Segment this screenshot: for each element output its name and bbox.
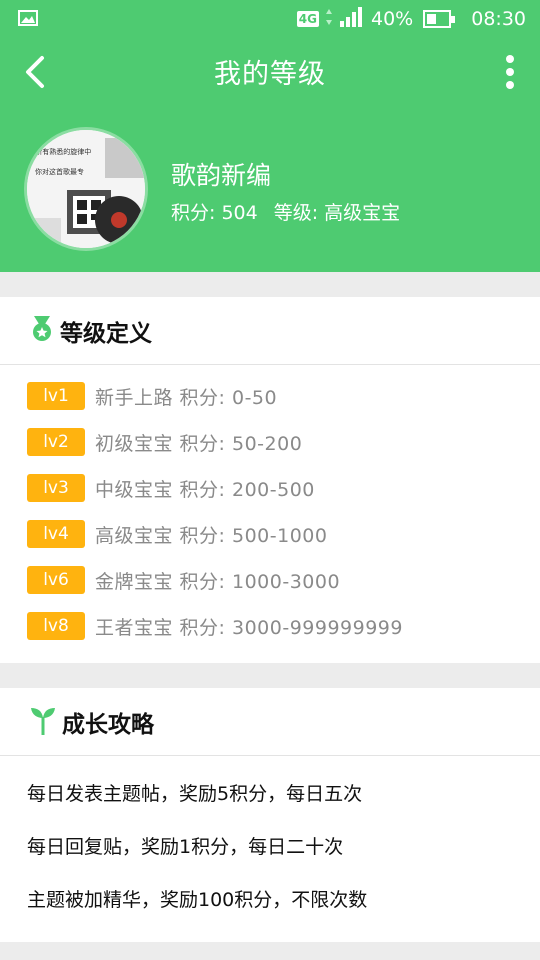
status-bar: 4G 40% 08:30 xyxy=(0,0,540,38)
level-text: 王者宝宝 积分: 3000-999999999 xyxy=(95,616,403,639)
network-badge: 4G xyxy=(296,11,319,27)
more-options-button[interactable] xyxy=(502,50,518,92)
signal-icon xyxy=(339,6,365,32)
growth-tips-card: 成长攻略 每日发表主题帖，奖励5积分，每日五次 每日回复贴，奖励1积分，每日二十… xyxy=(0,688,540,942)
gallery-icon xyxy=(18,10,38,30)
growth-tips-header: 成长攻略 xyxy=(0,688,540,756)
sprout-icon xyxy=(30,705,56,739)
level-badge: lv1 xyxy=(27,382,85,410)
level-row: lv1 新手上路 积分: 0-50 xyxy=(0,373,540,419)
svg-text:e所有熟悉的旋律中: e所有熟悉的旋律中 xyxy=(31,147,91,156)
level-text: 初级宝宝 积分: 50-200 xyxy=(95,432,303,455)
level-badge: lv6 xyxy=(27,566,85,594)
level-badge: lv3 xyxy=(27,474,85,502)
growth-tips-title: 成长攻略 xyxy=(62,711,154,738)
user-points: 积分: 504 xyxy=(171,202,258,224)
user-name: 歌韵新编 xyxy=(171,161,272,190)
more-vert-icon xyxy=(506,55,514,63)
user-level: 等级: 高级宝宝 xyxy=(273,202,401,224)
level-definitions-header: 等级定义 xyxy=(0,297,540,365)
level-text: 高级宝宝 积分: 500-1000 xyxy=(95,524,328,547)
growth-tip: 每日回复贴，奖励1积分，每日二十次 xyxy=(27,836,344,858)
data-arrows-icon xyxy=(325,8,333,31)
status-indicators: 4G 40% 08:30 xyxy=(296,0,526,38)
user-meta: 积分: 504 等级: 高级宝宝 xyxy=(171,198,400,225)
level-definitions-card: 等级定义 lv1 新手上路 积分: 0-50 lv2 初级宝宝 积分: 50-2… xyxy=(0,297,540,663)
level-text: 新手上路 积分: 0-50 xyxy=(95,386,278,409)
growth-tip: 每日发表主题帖，奖励5积分，每日五次 xyxy=(27,783,363,805)
avatar[interactable]: e所有熟悉的旋律中 你对这首歌最专 xyxy=(27,130,145,248)
growth-tip: 主题被加精华，奖励100积分，不限次数 xyxy=(27,889,368,911)
svg-text:你对这首歌最专: 你对这首歌最专 xyxy=(35,167,84,176)
battery-percent: 40% xyxy=(371,8,414,30)
level-row: lv6 金牌宝宝 积分: 1000-3000 xyxy=(0,557,540,603)
page-title: 我的等级 xyxy=(214,59,326,90)
level-text: 中级宝宝 积分: 200-500 xyxy=(95,478,315,501)
level-text: 金牌宝宝 积分: 1000-3000 xyxy=(95,570,341,593)
clock: 08:30 xyxy=(471,8,526,30)
level-definitions-title: 等级定义 xyxy=(60,320,152,347)
profile-header: 我的等级 e所有熟悉的旋律中 你对这首歌最专 歌韵新编 积分: 504 等级: … xyxy=(0,38,540,272)
medal-icon xyxy=(30,315,54,346)
level-badge: lv2 xyxy=(27,428,85,456)
level-row: lv3 中级宝宝 积分: 200-500 xyxy=(0,465,540,511)
level-row: lv2 初级宝宝 积分: 50-200 xyxy=(0,419,540,465)
level-badge: lv8 xyxy=(27,612,85,640)
level-badge: lv4 xyxy=(27,520,85,548)
level-list: lv1 新手上路 积分: 0-50 lv2 初级宝宝 积分: 50-200 lv… xyxy=(0,365,540,649)
growth-tips-list: 每日发表主题帖，奖励5积分，每日五次 每日回复贴，奖励1积分，每日二十次 主题被… xyxy=(0,756,540,925)
level-row: lv8 王者宝宝 积分: 3000-999999999 xyxy=(0,603,540,649)
level-row: lv4 高级宝宝 积分: 500-1000 xyxy=(0,511,540,557)
battery-icon xyxy=(423,10,456,28)
